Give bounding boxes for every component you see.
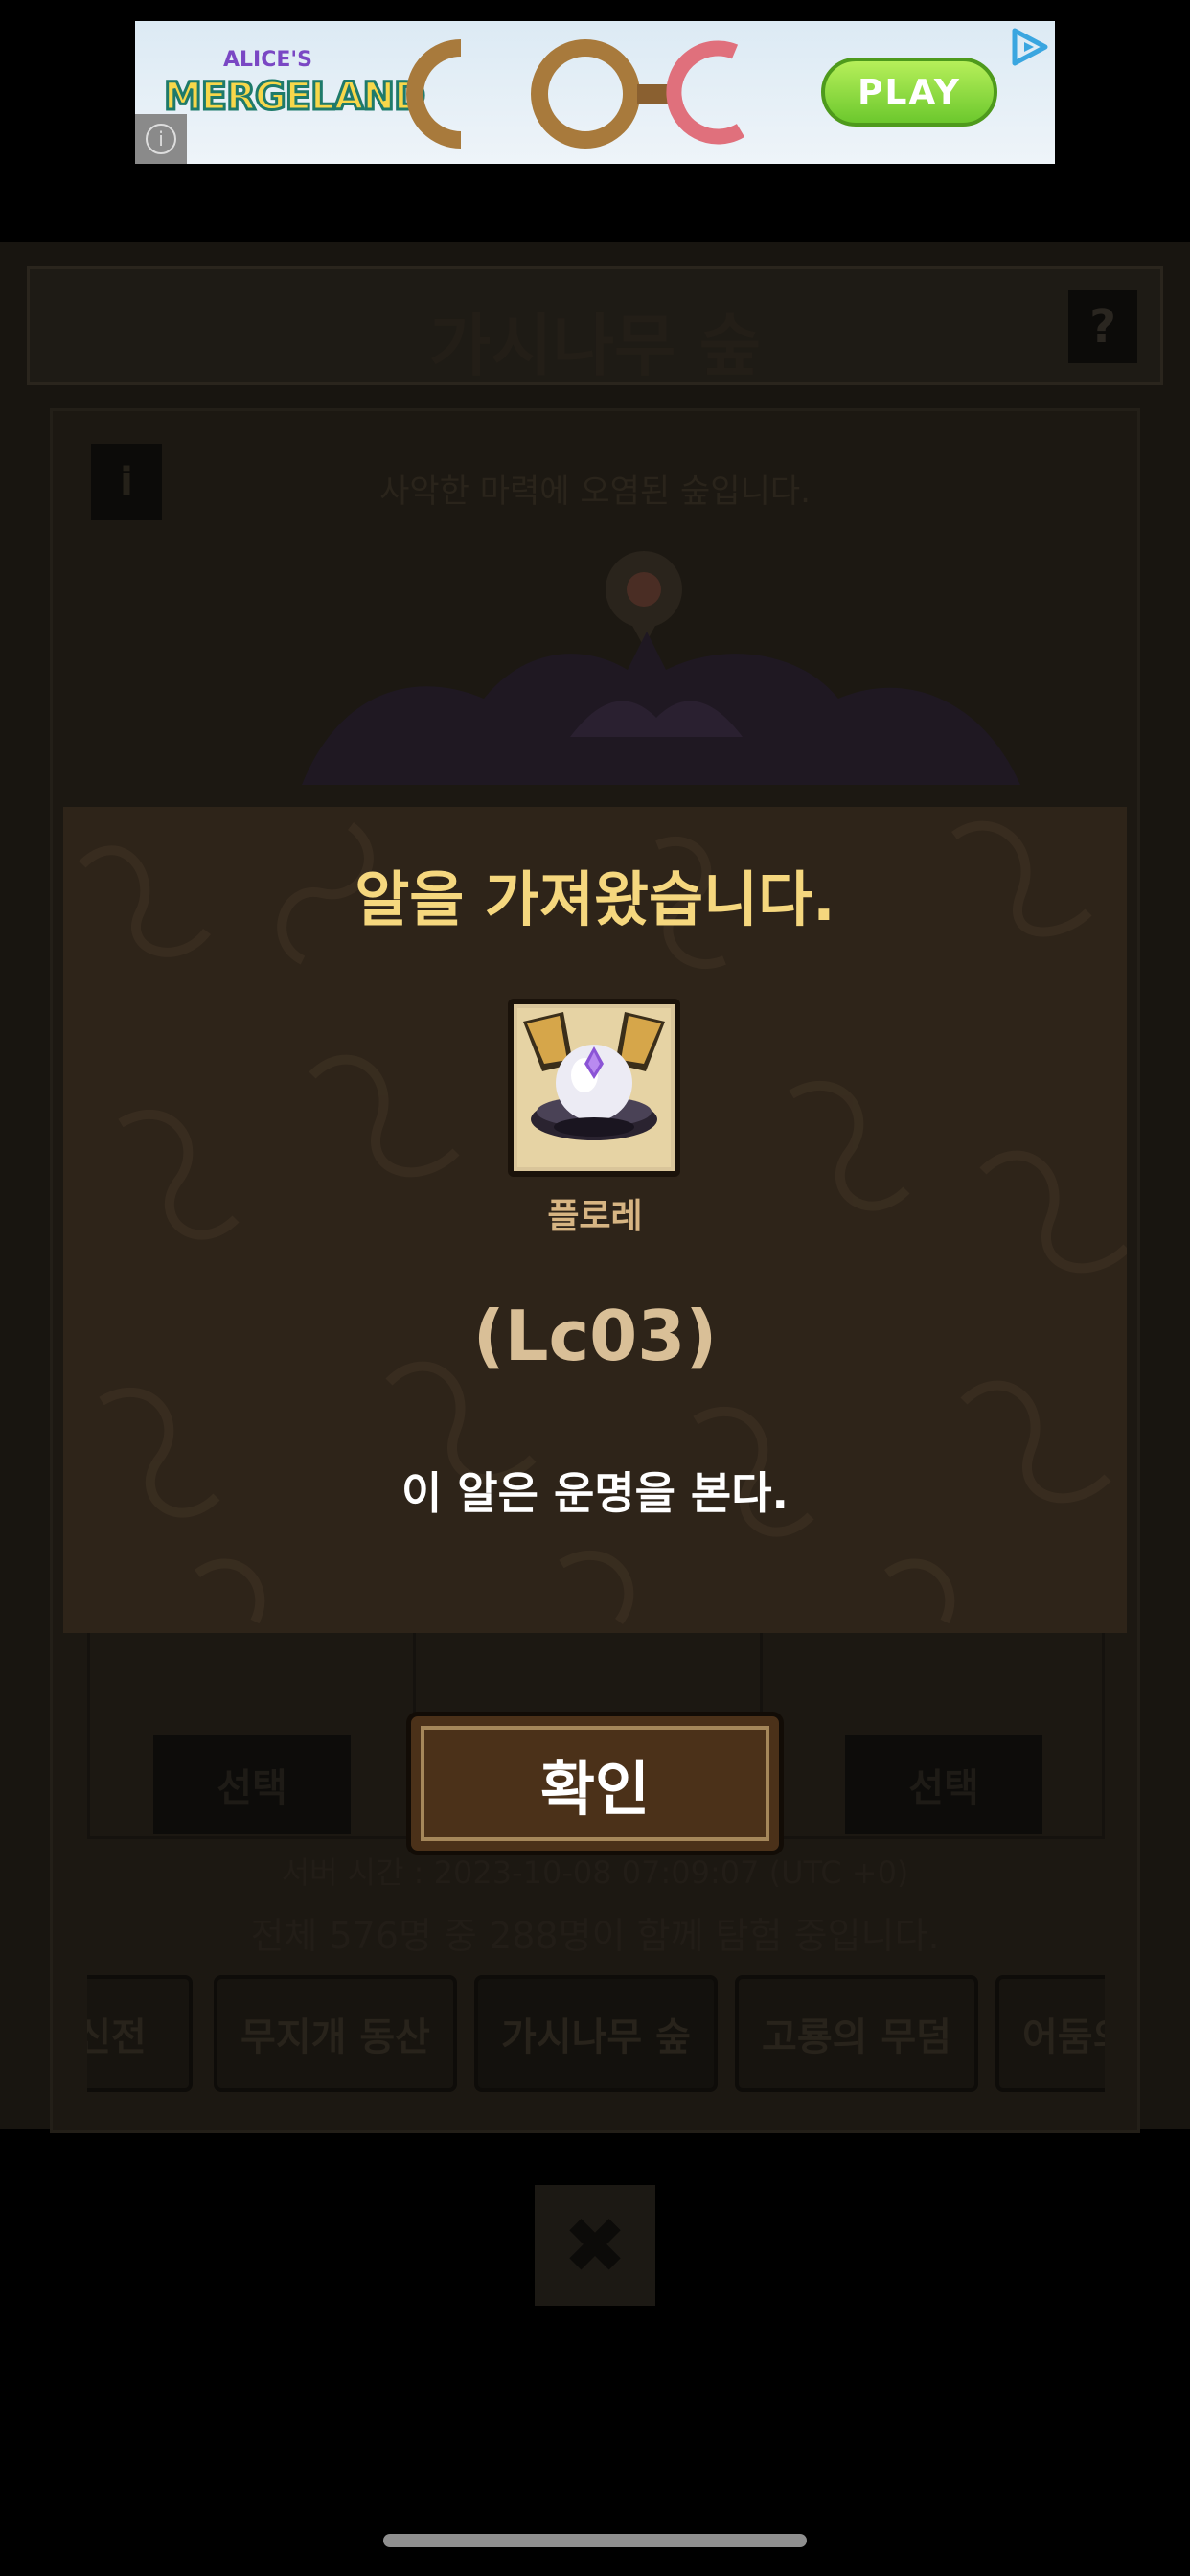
choice-column: 선택 bbox=[782, 1622, 1108, 1842]
ad-logo: ALICE'S MERGELAND bbox=[162, 42, 426, 138]
adchoices-icon[interactable] bbox=[1007, 25, 1051, 69]
tab-dragon-tomb[interactable]: 고룡의 무덤 bbox=[735, 1975, 978, 2092]
info-icon[interactable]: i bbox=[135, 114, 187, 164]
egg-description: 이 알은 운명을 본다. bbox=[400, 1467, 790, 1519]
zone-header: 가시나무 숲 ? bbox=[27, 266, 1163, 385]
ad-ring-graphics bbox=[406, 39, 745, 149]
zone-subtitle: 사악한 마력에 오염된 숲입니다. bbox=[379, 472, 811, 511]
screen: ALICE'S MERGELAND PLAY i 가시나무 숲 ? i 사악한 … bbox=[0, 0, 1190, 2576]
ad-play-button[interactable]: PLAY bbox=[821, 58, 997, 126]
confirm-button-label: 확인 bbox=[421, 1726, 769, 1841]
explorer-count: 전체 576명 중 288명이 함께 탐험 중입니다. bbox=[250, 1915, 940, 1957]
close-button[interactable]: ✖ bbox=[535, 2185, 655, 2306]
select-button-1[interactable]: 선택 bbox=[153, 1735, 351, 1834]
ad-banner[interactable]: ALICE'S MERGELAND PLAY i bbox=[135, 21, 1055, 164]
egg-code: (Lc03) bbox=[472, 1296, 718, 1376]
tab-rainbow-hill[interactable]: 무지개 동산 bbox=[214, 1975, 457, 2092]
ad-brand-small: ALICE'S bbox=[223, 48, 312, 72]
egg-result-modal: 알을 가져왔습니다. 플로레 (Lc03) 이 알은 운명을 본다. bbox=[63, 807, 1127, 1633]
zone-tab-strip[interactable]: 신전 무지개 동산 가시나무 숲 고룡의 무덤 어둠의 bbox=[87, 1975, 1105, 2100]
egg-icon bbox=[517, 1008, 671, 1167]
tab-thorn-forest[interactable]: 가시나무 숲 bbox=[474, 1975, 718, 2092]
boss-creature-silhouette bbox=[302, 632, 1020, 785]
egg-name: 플로레 bbox=[547, 1197, 643, 1236]
home-indicator[interactable] bbox=[383, 2534, 807, 2547]
tab-darkness[interactable]: 어둠의 bbox=[995, 1975, 1105, 2092]
help-button[interactable]: ? bbox=[1068, 290, 1137, 363]
modal-title: 알을 가져왔습니다. bbox=[355, 864, 835, 934]
confirm-button[interactable]: 확인 bbox=[406, 1712, 784, 1855]
ad-brand-large: MERGELAND bbox=[162, 74, 426, 121]
choice-column: 선택 bbox=[90, 1622, 416, 1842]
tab-temple[interactable]: 신전 bbox=[87, 1975, 193, 2092]
select-button-3[interactable]: 선택 bbox=[845, 1735, 1042, 1834]
page-title: 가시나무 숲 bbox=[428, 307, 762, 385]
egg-item-frame bbox=[508, 999, 680, 1177]
